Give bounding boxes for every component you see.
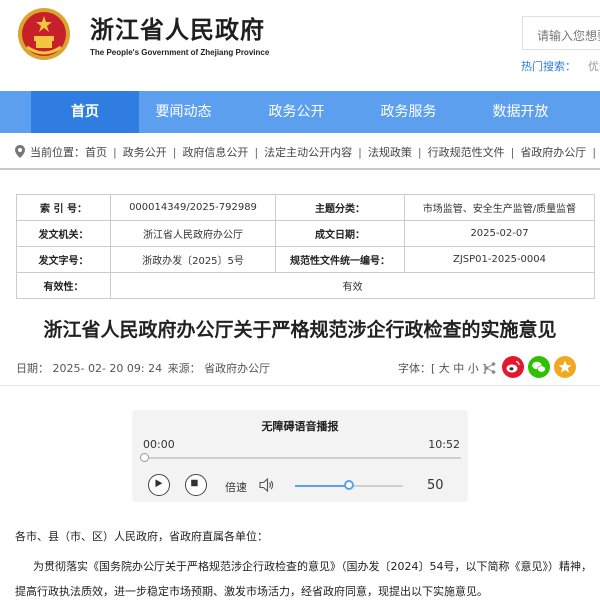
nav-item-home[interactable]: 首页 [31, 91, 139, 133]
weibo-icon[interactable] [502, 356, 524, 378]
table-row: 发文字号： 浙政办发〔2025〕5号 规范性文件统一编号： ZJSP01-202… [16, 246, 595, 273]
section-divider [0, 168, 600, 170]
breadcrumb-prefix: 当前位置： [30, 146, 85, 159]
breadcrumb-item-statutory[interactable]: 法定主动公开内容 [264, 146, 352, 159]
player-title: 无障碍语音播报 [261, 420, 339, 433]
index-label: 索 引 号： [16, 194, 111, 221]
publish-date: 日期： 2025- 02- 20 09: 24 [16, 362, 163, 375]
issuer-label: 发文机关： [16, 220, 111, 247]
nav-item-news[interactable]: 要闻动态 [139, 91, 228, 133]
progress-bar[interactable] [145, 457, 461, 459]
share-icon[interactable] [484, 362, 496, 374]
volume-handle[interactable] [344, 480, 354, 490]
table-row: 索 引 号： 000014349/2025-792989 主题分类： 市场监管、… [16, 194, 595, 221]
main-nav: 首页 要闻动态 政务公开 政务服务 数据开放 [0, 91, 600, 133]
salutation: 各市、县（市、区）人民政府，省政府直属各单位： [15, 530, 268, 543]
stop-button[interactable] [185, 474, 207, 496]
breadcrumb-item-gov-open[interactable]: 政务公开 [123, 146, 167, 159]
hot-search-item[interactable]: 优化营 [588, 60, 600, 73]
speed-button[interactable]: 倍速 [225, 479, 247, 495]
volume-icon[interactable] [259, 477, 275, 493]
national-emblem-icon [18, 8, 70, 60]
index-value: 000014349/2025-792989 [110, 194, 276, 221]
hot-search-label: 热门搜索： [521, 60, 576, 73]
site-title[interactable]: 浙江省人民政府 [90, 10, 265, 45]
docno-label: 发文字号： [16, 246, 111, 273]
topic-value: 市场监管、安全生产监管/质量监督 [404, 194, 595, 221]
volume-value: 50 [427, 478, 444, 493]
search-input[interactable]: 请输入您想要 [522, 16, 600, 50]
article-title: 浙江省人民政府办公厅关于严格规范涉企行政检查的实施意见 [43, 319, 557, 341]
article-source: 来源： 省政府办公厅 [167, 362, 271, 375]
issuer-value: 浙江省人民政府办公厅 [110, 220, 276, 247]
article-meta: 日期： 2025- 02- 20 09: 24 来源： 省政府办公厅 [16, 360, 272, 376]
body-paragraph: 为贯彻落实《国务院办公厅关于严格规范涉企行政检查的意见》（国办发〔2024〕54… [15, 560, 592, 598]
breadcrumb-item-home[interactable]: 首页 [85, 146, 107, 159]
favorite-icon[interactable] [554, 356, 576, 378]
table-row: 发文机关： 浙江省人民政府办公厅 成文日期： 2025-02-07 [16, 220, 595, 247]
current-time: 00:00 [143, 438, 175, 451]
location-pin-icon [15, 145, 25, 158]
breadcrumb-item-normative[interactable]: 行政规范性文件 [428, 146, 505, 159]
validity-label: 有效性： [16, 272, 111, 299]
site-subtitle: The People's Government of Zhejiang Prov… [90, 48, 270, 57]
breadcrumb-item-regulations[interactable]: 法规政策 [368, 146, 412, 159]
duration: 10:52 [428, 438, 460, 451]
breadcrumb-item-info-open[interactable]: 政府信息公开 [182, 146, 248, 159]
wechat-icon[interactable] [528, 356, 550, 378]
nav-item-gov-open[interactable]: 政务公开 [252, 91, 341, 133]
progress-handle[interactable] [140, 453, 149, 462]
code-label: 规范性文件统一编号： [275, 246, 405, 273]
validity-value: 有效 [110, 272, 595, 299]
meta-divider [0, 385, 600, 386]
stop-icon [191, 479, 198, 487]
date-value: 2025-02-07 [404, 220, 595, 247]
table-row: 有效性： 有效 [16, 272, 595, 299]
docno-value: 浙政办发〔2025〕5号 [110, 246, 276, 273]
audio-player: 无障碍语音播报 00:00 10:52 倍速 50 [132, 410, 468, 502]
volume-level [295, 485, 349, 487]
play-icon [155, 479, 163, 488]
topic-label: 主题分类： [275, 194, 405, 221]
document-info-table: 索 引 号： 000014349/2025-792989 主题分类： 市场监管、… [16, 194, 595, 299]
code-value: ZJSP01-2025-0004 [404, 246, 595, 273]
site-header: 浙江省人民政府 The People's Government of Zheji… [0, 0, 600, 90]
breadcrumb-item-office[interactable]: 省政府办公厅 [520, 146, 586, 159]
nav-item-gov-service[interactable]: 政务服务 [364, 91, 453, 133]
nav-item-data-open[interactable]: 数据开放 [476, 91, 565, 133]
play-button[interactable] [148, 474, 170, 496]
date-label: 成文日期： [275, 220, 405, 247]
font-size-switcher[interactable]: 字体：[ 大 中 小 ] [398, 360, 487, 376]
hot-search: 热门搜索： 优化营 [521, 58, 600, 74]
breadcrumb: 当前位置：首页 | 政务公开 | 政府信息公开 | 法定主动公开内容 | 法规政策 | 行政规范性文… [0, 143, 600, 161]
